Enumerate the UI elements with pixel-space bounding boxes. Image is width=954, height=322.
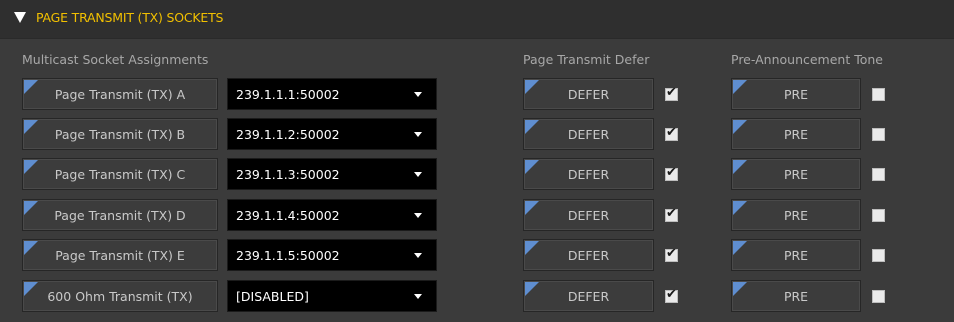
defer-button-label: DEFER bbox=[567, 86, 610, 102]
defer-button-label: DEFER bbox=[567, 126, 610, 142]
pre-button-label: PRE bbox=[783, 126, 809, 142]
socket-select-value: [DISABLED] bbox=[236, 288, 309, 304]
checkmark-icon: ✔ bbox=[666, 246, 677, 261]
socket-select[interactable]: 239.1.1.5:50002 bbox=[227, 239, 437, 271]
defer-button[interactable]: DEFER bbox=[523, 280, 654, 312]
checkmark-icon: ✔ bbox=[666, 206, 677, 221]
pre-button[interactable]: PRE bbox=[731, 239, 861, 271]
pre-button[interactable]: PRE bbox=[731, 158, 861, 190]
corner-indicator-icon bbox=[525, 282, 539, 296]
checkmark-icon: ✔ bbox=[666, 287, 677, 302]
pre-button-label: PRE bbox=[783, 86, 809, 102]
socket-label-text: Page Transmit (TX) B bbox=[54, 126, 186, 142]
socket-label-button[interactable]: 600 Ohm Transmit (TX) bbox=[22, 280, 218, 312]
pre-button-label: PRE bbox=[783, 288, 809, 304]
pre-announcement-checkbox[interactable] bbox=[872, 128, 885, 141]
chevron-down-icon bbox=[414, 253, 422, 258]
corner-indicator-icon bbox=[733, 201, 747, 215]
corner-indicator-icon bbox=[24, 241, 38, 255]
socket-label-text: Page Transmit (TX) D bbox=[54, 207, 186, 223]
pre-announcement-checkbox[interactable] bbox=[872, 168, 885, 181]
defer-button[interactable]: DEFER bbox=[523, 239, 654, 271]
socket-label-text: Page Transmit (TX) E bbox=[55, 247, 185, 263]
socket-select[interactable]: 239.1.1.3:50002 bbox=[227, 158, 437, 190]
defer-checkbox[interactable]: ✔ bbox=[665, 287, 678, 303]
socket-select[interactable]: 239.1.1.2:50002 bbox=[227, 118, 437, 150]
checkmark-icon: ✔ bbox=[666, 85, 677, 100]
socket-select[interactable]: 239.1.1.4:50002 bbox=[227, 199, 437, 231]
pre-button[interactable]: PRE bbox=[731, 118, 861, 150]
assignments-column-label: Multicast Socket Assignments bbox=[22, 52, 209, 67]
defer-button-label: DEFER bbox=[567, 247, 610, 263]
pre-button[interactable]: PRE bbox=[731, 280, 861, 312]
corner-indicator-icon bbox=[525, 120, 539, 134]
socket-label-button[interactable]: Page Transmit (TX) E bbox=[22, 239, 218, 271]
socket-select-value: 239.1.1.5:50002 bbox=[236, 247, 340, 263]
defer-button[interactable]: DEFER bbox=[523, 118, 654, 150]
corner-indicator-icon bbox=[525, 241, 539, 255]
collapse-triangle-icon[interactable] bbox=[14, 12, 26, 23]
socket-label-button[interactable]: Page Transmit (TX) D bbox=[22, 199, 218, 231]
tone-column-label: Pre-Announcement Tone bbox=[731, 52, 883, 67]
socket-select-value: 239.1.1.4:50002 bbox=[236, 207, 340, 223]
pre-announcement-checkbox[interactable] bbox=[872, 249, 885, 262]
defer-checkbox[interactable]: ✔ bbox=[665, 85, 678, 101]
defer-button-label: DEFER bbox=[567, 288, 610, 304]
corner-indicator-icon bbox=[733, 241, 747, 255]
corner-indicator-icon bbox=[733, 282, 747, 296]
chevron-down-icon bbox=[414, 294, 422, 299]
pre-button[interactable]: PRE bbox=[731, 78, 861, 110]
socket-select[interactable]: [DISABLED] bbox=[227, 280, 437, 312]
pre-announcement-checkbox[interactable] bbox=[872, 88, 885, 101]
socket-select-value: 239.1.1.1:50002 bbox=[236, 86, 340, 102]
pre-button[interactable]: PRE bbox=[731, 199, 861, 231]
corner-indicator-icon bbox=[525, 201, 539, 215]
corner-indicator-icon bbox=[24, 282, 38, 296]
corner-indicator-icon bbox=[525, 160, 539, 174]
defer-button[interactable]: DEFER bbox=[523, 199, 654, 231]
pre-button-label: PRE bbox=[783, 207, 809, 223]
socket-label-text: Page Transmit (TX) A bbox=[54, 86, 186, 102]
socket-select[interactable]: 239.1.1.1:50002 bbox=[227, 78, 437, 110]
checkmark-icon: ✔ bbox=[666, 165, 677, 180]
socket-select-value: 239.1.1.3:50002 bbox=[236, 166, 340, 182]
socket-label-button[interactable]: Page Transmit (TX) C bbox=[22, 158, 218, 190]
defer-checkbox[interactable]: ✔ bbox=[665, 125, 678, 141]
socket-label-button[interactable]: Page Transmit (TX) A bbox=[22, 78, 218, 110]
defer-button-label: DEFER bbox=[567, 166, 610, 182]
section-header[interactable]: PAGE TRANSMIT (TX) SOCKETS bbox=[0, 0, 954, 39]
socket-label-text: 600 Ohm Transmit (TX) bbox=[47, 288, 193, 304]
defer-button-label: DEFER bbox=[567, 207, 610, 223]
socket-label-text: Page Transmit (TX) C bbox=[54, 166, 186, 182]
corner-indicator-icon bbox=[733, 80, 747, 94]
defer-column-label: Page Transmit Defer bbox=[523, 52, 650, 67]
defer-checkbox[interactable]: ✔ bbox=[665, 165, 678, 181]
corner-indicator-icon bbox=[733, 160, 747, 174]
defer-checkbox[interactable]: ✔ bbox=[665, 206, 678, 222]
corner-indicator-icon bbox=[525, 80, 539, 94]
defer-button[interactable]: DEFER bbox=[523, 158, 654, 190]
chevron-down-icon bbox=[414, 172, 422, 177]
corner-indicator-icon bbox=[24, 80, 38, 94]
socket-label-button[interactable]: Page Transmit (TX) B bbox=[22, 118, 218, 150]
pre-button-label: PRE bbox=[783, 247, 809, 263]
checkmark-icon: ✔ bbox=[666, 125, 677, 140]
pre-button-label: PRE bbox=[783, 166, 809, 182]
chevron-down-icon bbox=[414, 132, 422, 137]
chevron-down-icon bbox=[414, 213, 422, 218]
socket-select-value: 239.1.1.2:50002 bbox=[236, 126, 340, 142]
corner-indicator-icon bbox=[24, 201, 38, 215]
pre-announcement-checkbox[interactable] bbox=[872, 209, 885, 222]
section-title: PAGE TRANSMIT (TX) SOCKETS bbox=[36, 10, 224, 25]
defer-button[interactable]: DEFER bbox=[523, 78, 654, 110]
pre-announcement-checkbox[interactable] bbox=[872, 290, 885, 303]
corner-indicator-icon bbox=[24, 120, 38, 134]
corner-indicator-icon bbox=[733, 120, 747, 134]
corner-indicator-icon bbox=[24, 160, 38, 174]
chevron-down-icon bbox=[414, 92, 422, 97]
defer-checkbox[interactable]: ✔ bbox=[665, 246, 678, 262]
